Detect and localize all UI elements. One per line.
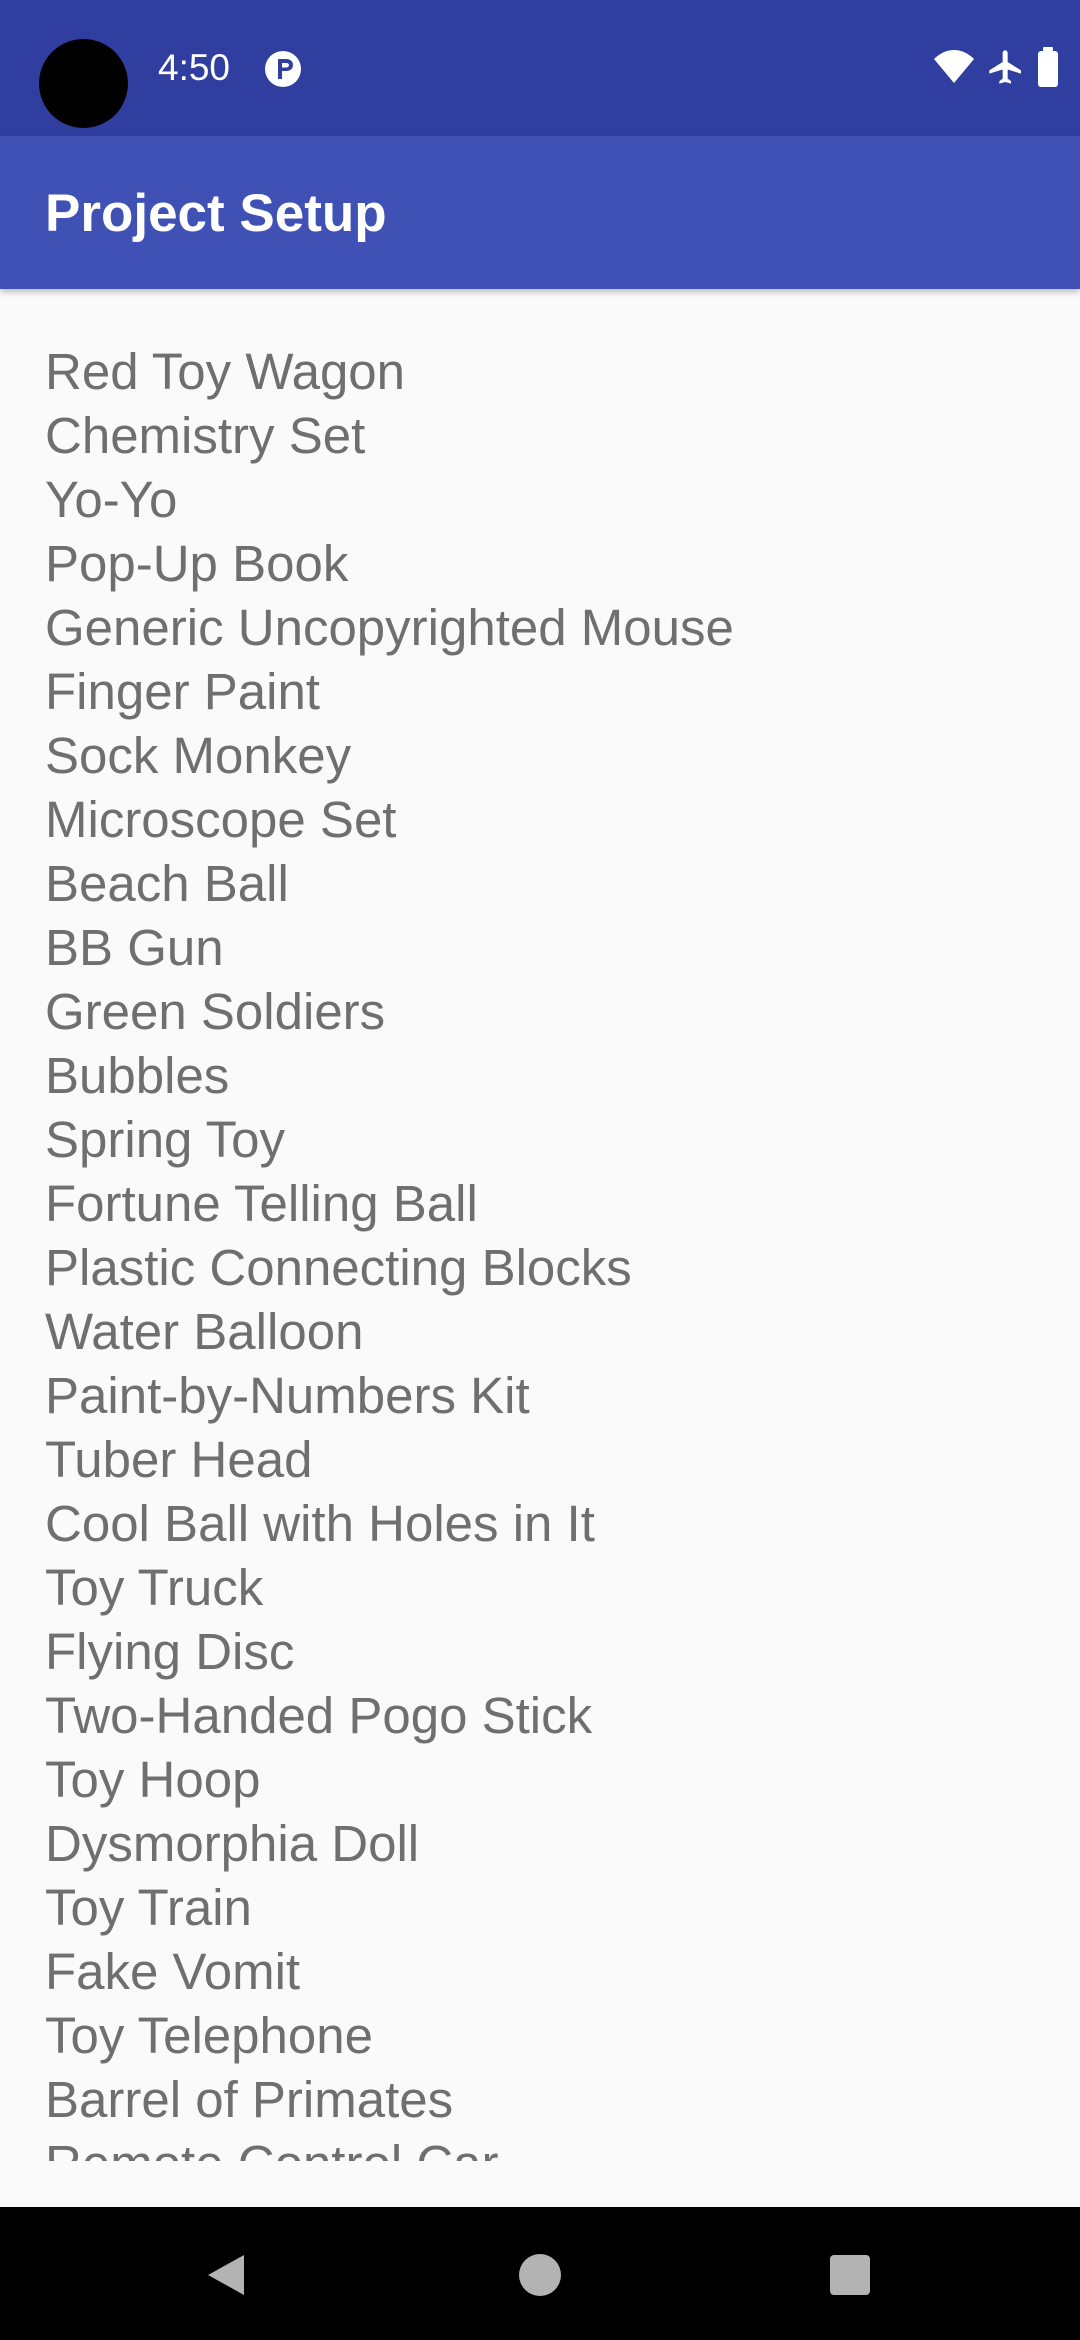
list-item[interactable]: Yo-Yo — [45, 468, 1045, 532]
list-item[interactable]: Toy Train — [45, 1876, 1045, 1940]
content-area[interactable]: Red Toy Wagon Chemistry Set Yo-Yo Pop-Up Bo… — [0, 289, 1080, 2161]
list-item[interactable]: Spring Toy — [45, 1108, 1045, 1172]
list-item[interactable]: Sock Monkey — [45, 724, 1045, 788]
list-item[interactable]: Paint-by-Numbers Kit — [45, 1364, 1045, 1428]
navigation-bar — [0, 2207, 1080, 2340]
list-item[interactable]: Toy Telephone — [45, 2004, 1045, 2068]
battery-icon — [1036, 46, 1060, 92]
page-title: Project Setup — [45, 184, 387, 243]
toy-list[interactable]: Red Toy Wagon Chemistry Set Yo-Yo Pop-Up Bo… — [45, 340, 1045, 2161]
list-item[interactable]: Microscope Set — [45, 788, 1045, 852]
list-item[interactable]: Flying Disc — [45, 1620, 1045, 1684]
back-button[interactable] — [194, 2243, 258, 2307]
list-item[interactable]: Dysmorphia Doll — [45, 1812, 1045, 1876]
home-icon — [519, 2254, 561, 2296]
back-icon — [208, 2255, 244, 2295]
notification-icon — [264, 50, 302, 88]
status-time: 4:50 — [158, 47, 231, 88]
list-item[interactable]: Fake Vomit — [45, 1940, 1045, 2004]
airplane-mode-icon — [986, 47, 1026, 92]
list-item[interactable]: Beach Ball — [45, 852, 1045, 916]
list-item[interactable]: Pop-Up Book — [45, 532, 1045, 596]
list-item[interactable]: Generic Uncopyrighted Mouse — [45, 596, 1045, 660]
camera-cutout — [39, 39, 128, 128]
list-item[interactable]: Toy Truck — [45, 1556, 1045, 1620]
list-item[interactable]: Bubbles — [45, 1044, 1045, 1108]
list-item[interactable]: Toy Hoop — [45, 1748, 1045, 1812]
list-item[interactable]: Cool Ball with Holes in It — [45, 1492, 1045, 1556]
list-item[interactable]: Chemistry Set — [45, 404, 1045, 468]
list-item[interactable]: Fortune Telling Ball — [45, 1172, 1045, 1236]
list-item[interactable]: Tuber Head — [45, 1428, 1045, 1492]
list-item[interactable]: Two-Handed Pogo Stick — [45, 1684, 1045, 1748]
list-item[interactable]: Remote Control Car — [45, 2132, 1045, 2161]
list-item[interactable]: BB Gun — [45, 916, 1045, 980]
list-item[interactable]: Red Toy Wagon — [45, 340, 1045, 404]
list-item[interactable]: Plastic Connecting Blocks — [45, 1236, 1045, 1300]
list-item[interactable]: Barrel of Primates — [45, 2068, 1045, 2132]
recents-button[interactable] — [818, 2243, 882, 2307]
wifi-icon — [932, 49, 976, 90]
home-button[interactable] — [508, 2243, 572, 2307]
recents-icon — [830, 2255, 870, 2295]
list-item[interactable]: Finger Paint — [45, 660, 1045, 724]
app-bar: Project Setup — [0, 136, 1080, 289]
list-item[interactable]: Water Balloon — [45, 1300, 1045, 1364]
list-item[interactable]: Green Soldiers — [45, 980, 1045, 1044]
status-bar: 4:50 — [0, 0, 1080, 136]
status-icons — [932, 46, 1060, 92]
